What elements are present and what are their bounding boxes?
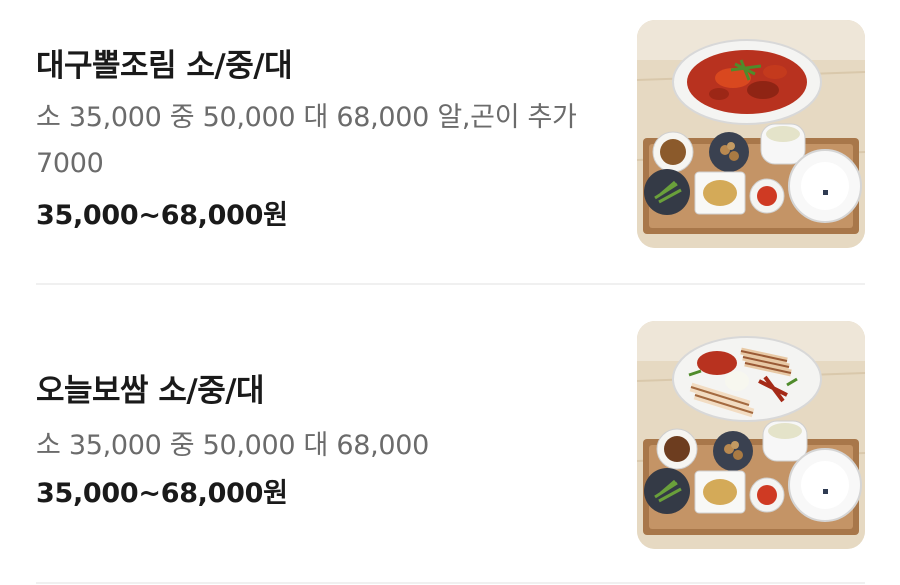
- bossam-set-photo-icon: [637, 321, 865, 549]
- menu-item-bossam[interactable]: 오늘보쌈 소/중/대 소 35,000 중 50,000 대 68,000 35…: [0, 285, 900, 583]
- menu-item-photo[interactable]: [637, 321, 865, 549]
- divider: [36, 582, 865, 584]
- menu-item-photo[interactable]: [637, 20, 865, 248]
- menu-item-description: 소 35,000 중 50,000 대 68,000 알,곤이 추가 7000: [36, 102, 577, 179]
- menu-item-name: 대구뽈조림 소/중/대: [36, 48, 293, 84]
- menu-item-price: 35,000~68,000원: [36, 478, 288, 509]
- menu-item-description: 소 35,000 중 50,000 대 68,000: [36, 430, 430, 461]
- menu-item-price: 35,000~68,000원: [36, 200, 288, 231]
- menu-item-braised-cod[interactable]: 대구뽈조림 소/중/대 소 35,000 중 50,000 대 68,000 알…: [0, 0, 900, 284]
- menu-item-name: 오늘보쌈 소/중/대: [36, 373, 265, 409]
- braised-cod-set-photo-icon: [637, 20, 865, 248]
